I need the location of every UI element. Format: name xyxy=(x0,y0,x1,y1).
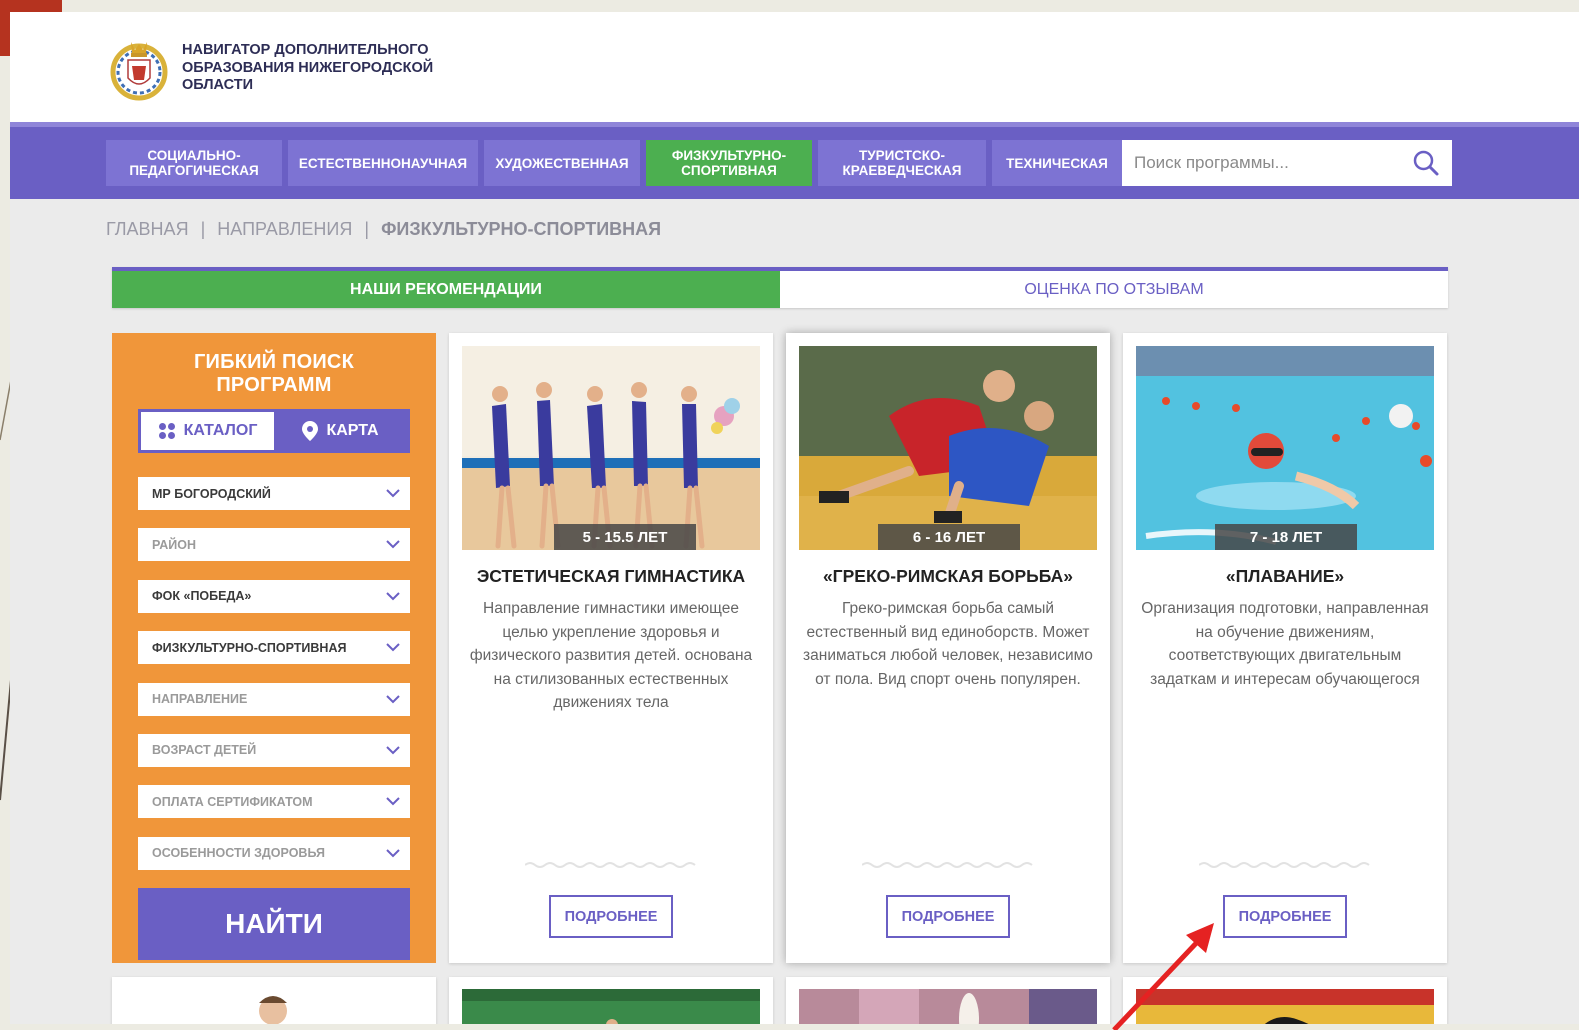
wrestling-photo[interactable] xyxy=(799,346,1097,550)
more-details-button[interactable]: ПОДРОБНЕЕ xyxy=(886,895,1010,938)
filter-select-value: ФИЗКУЛЬТУРНО-СПОРТИВНАЯ xyxy=(152,640,347,655)
chevron-down-icon xyxy=(386,746,400,755)
chevron-down-icon xyxy=(386,694,400,703)
program-card[interactable]: 5 - 15.5 ЛЕТ ЭСТЕТИЧЕСКАЯ ГИМНАСТИКА Нап… xyxy=(449,333,773,963)
breadcrumb-separator: | xyxy=(200,219,206,239)
catalog-label: КАТАЛОГ xyxy=(183,422,258,439)
breadcrumb-separator: | xyxy=(364,219,370,239)
breadcrumb: ГЛАВНАЯ | НАПРАВЛЕНИЯ | ФИЗКУЛЬТУРНО-СПО… xyxy=(106,219,661,240)
search-icon[interactable] xyxy=(1412,149,1440,177)
tab-art[interactable]: ХУДОЖЕСТВЕННАЯ xyxy=(484,140,640,186)
more-details-button[interactable]: ПОДРОБНЕЕ xyxy=(549,895,673,938)
divider-wave xyxy=(1199,862,1370,868)
program-card-partial[interactable] xyxy=(786,977,1110,1024)
filter-select-value: МР БОГОРОДСКИЙ xyxy=(152,486,271,501)
program-card[interactable]: 7 - 18 ЛЕТ «ПЛАВАНИЕ» Организация подгот… xyxy=(1123,333,1447,963)
map-pin-icon xyxy=(302,421,319,441)
tab-sports[interactable]: ФИЗКУЛЬТУРНО-СПОРТИВНАЯ xyxy=(646,140,812,186)
card-description: Организация подготовки, направленная на … xyxy=(1141,600,1429,688)
filter-select-value: РАЙОН xyxy=(152,537,197,552)
filter-select-value: ОПЛАТА СЕРТИФИКАТОМ xyxy=(152,794,313,809)
filter-select-value: ОСОБЕННОСТИ ЗДОРОВЬЯ xyxy=(152,846,325,861)
filter-select-value: ФОК «ПОБЕДА» xyxy=(152,589,252,604)
filter-select[interactable]: ФИЗКУЛЬТУРНО-СПОРТИВНАЯ xyxy=(138,631,410,665)
gymnastics-photo[interactable] xyxy=(462,346,760,550)
tab-tourism[interactable]: ТУРИСТСКО-КРАЕВЕДЧЕСКАЯ xyxy=(818,140,986,186)
divider-wave xyxy=(525,862,696,868)
flexible-search-panel: ГИБКИЙ ПОИСК ПРОГРАММ КАТАЛОГ КАРТА МР Б… xyxy=(112,333,436,963)
program-card-partial[interactable] xyxy=(449,977,773,1024)
breadcrumb-current: ФИЗКУЛЬТУРНО-СПОРТИВНАЯ xyxy=(381,219,662,239)
tab-natural-science[interactable]: ЕСТЕСТВЕННОНАУЧНАЯ xyxy=(288,140,478,186)
divider-wave xyxy=(862,862,1033,868)
card-title[interactable]: ЭСТЕТИЧЕСКАЯ ГИМНАСТИКА xyxy=(449,566,773,587)
filter-select[interactable]: РАЙОН xyxy=(138,528,410,562)
filter-select[interactable]: НАПРАВЛЕНИЕ xyxy=(138,682,410,716)
browser-page: НАВИГАТОР ДОПОЛНИТЕЛЬНОГО ОБРАЗОВАНИЯ НИ… xyxy=(10,12,1579,1024)
grid-icon xyxy=(158,423,175,439)
chevron-down-icon xyxy=(386,643,400,652)
coat-of-arms-icon[interactable] xyxy=(106,36,172,102)
map-toggle-button[interactable]: КАРТА xyxy=(274,412,407,450)
search-input[interactable] xyxy=(1134,153,1412,173)
filter-select[interactable]: ФОК «ПОБЕДА» xyxy=(138,579,410,613)
program-card-partial[interactable] xyxy=(1123,977,1447,1024)
tab-rating-by-reviews[interactable]: ОЦЕНКА ПО ОТЗЫВАМ xyxy=(780,271,1448,308)
child-photo xyxy=(125,989,423,1024)
chevron-down-icon xyxy=(386,489,400,498)
tab-technical[interactable]: ТЕХНИЧЕСКАЯ xyxy=(992,140,1122,186)
filter-select[interactable]: ОСОБЕННОСТИ ЗДОРОВЬЯ xyxy=(138,836,410,870)
search-panel-title: ГИБКИЙ ПОИСК ПРОГРАММ xyxy=(194,351,354,396)
site-title[interactable]: НАВИГАТОР ДОПОЛНИТЕЛЬНОГО ОБРАЗОВАНИЯ НИ… xyxy=(182,42,462,95)
age-badge: 5 - 15.5 ЛЕТ xyxy=(554,524,696,550)
card-title[interactable]: «ПЛАВАНИЕ» xyxy=(1123,566,1447,587)
filter-select[interactable]: ОПЛАТА СЕРТИФИКАТОМ xyxy=(138,785,410,819)
filter-select[interactable]: ВОЗРАСТ ДЕТЕЙ xyxy=(138,733,410,767)
breadcrumb-directions[interactable]: НАПРАВЛЕНИЯ xyxy=(217,219,352,240)
dance-photo xyxy=(799,989,1097,1024)
age-badge: 7 - 18 ЛЕТ xyxy=(1215,524,1357,550)
card-description: Направление гимнастики имеющее целью укр… xyxy=(469,600,753,711)
filter-select-value: НАПРАВЛЕНИЕ xyxy=(152,692,248,707)
filter-select[interactable]: МР БОГОРОДСКИЙ xyxy=(138,477,410,510)
program-card[interactable]: 6 - 16 ЛЕТ «ГРЕКО-РИМСКАЯ БОРЬБА» Греко-… xyxy=(786,333,1110,963)
catalog-toggle-button[interactable]: КАТАЛОГ xyxy=(141,412,274,450)
chevron-down-icon xyxy=(386,797,400,806)
gym-photo xyxy=(462,989,760,1024)
recommendation-tabs: НАШИ РЕКОМЕНДАЦИИ ОЦЕНКА ПО ОТЗЫВАМ xyxy=(112,267,1448,308)
filter-select-value: ВОЗРАСТ ДЕТЕЙ xyxy=(152,743,257,758)
chevron-down-icon xyxy=(386,849,400,858)
main-navbar: СОЦИАЛЬНО-ПЕДАГОГИЧЕСКАЯ ЕСТЕСТВЕННОНАУЧ… xyxy=(10,122,1579,199)
find-button[interactable]: НАЙТИ xyxy=(138,888,410,961)
search-box xyxy=(1122,140,1452,186)
card-description: Греко-римская борьба самый естественный … xyxy=(803,600,1093,688)
swimming-photo[interactable] xyxy=(1136,346,1434,550)
chevron-down-icon xyxy=(386,592,400,601)
card-title[interactable]: «ГРЕКО-РИМСКАЯ БОРЬБА» xyxy=(786,566,1110,587)
breadcrumb-home[interactable]: ГЛАВНАЯ xyxy=(106,219,189,240)
more-details-button[interactable]: ПОДРОБНЕЕ xyxy=(1223,895,1347,938)
tab-our-recommendations[interactable]: НАШИ РЕКОМЕНДАЦИИ xyxy=(112,271,780,308)
tab-social-pedagogical[interactable]: СОЦИАЛЬНО-ПЕДАГОГИЧЕСКАЯ xyxy=(106,140,282,186)
direction-tabs: СОЦИАЛЬНО-ПЕДАГОГИЧЕСКАЯ ЕСТЕСТВЕННОНАУЧ… xyxy=(106,140,1122,186)
view-toggle: КАТАЛОГ КАРТА xyxy=(138,409,410,453)
hockey-photo xyxy=(1136,989,1434,1024)
age-badge: 6 - 16 ЛЕТ xyxy=(878,524,1020,550)
program-card-partial[interactable] xyxy=(112,977,436,1024)
filter-list: МР БОГОРОДСКИЙ РАЙОН ФОК «ПОБЕДА» ФИЗКУЛЬТУ… xyxy=(138,477,410,870)
site-header: НАВИГАТОР ДОПОЛНИТЕЛЬНОГО ОБРАЗОВАНИЯ НИ… xyxy=(10,12,1579,122)
chevron-down-icon xyxy=(386,540,400,549)
map-label: КАРТА xyxy=(326,422,379,439)
